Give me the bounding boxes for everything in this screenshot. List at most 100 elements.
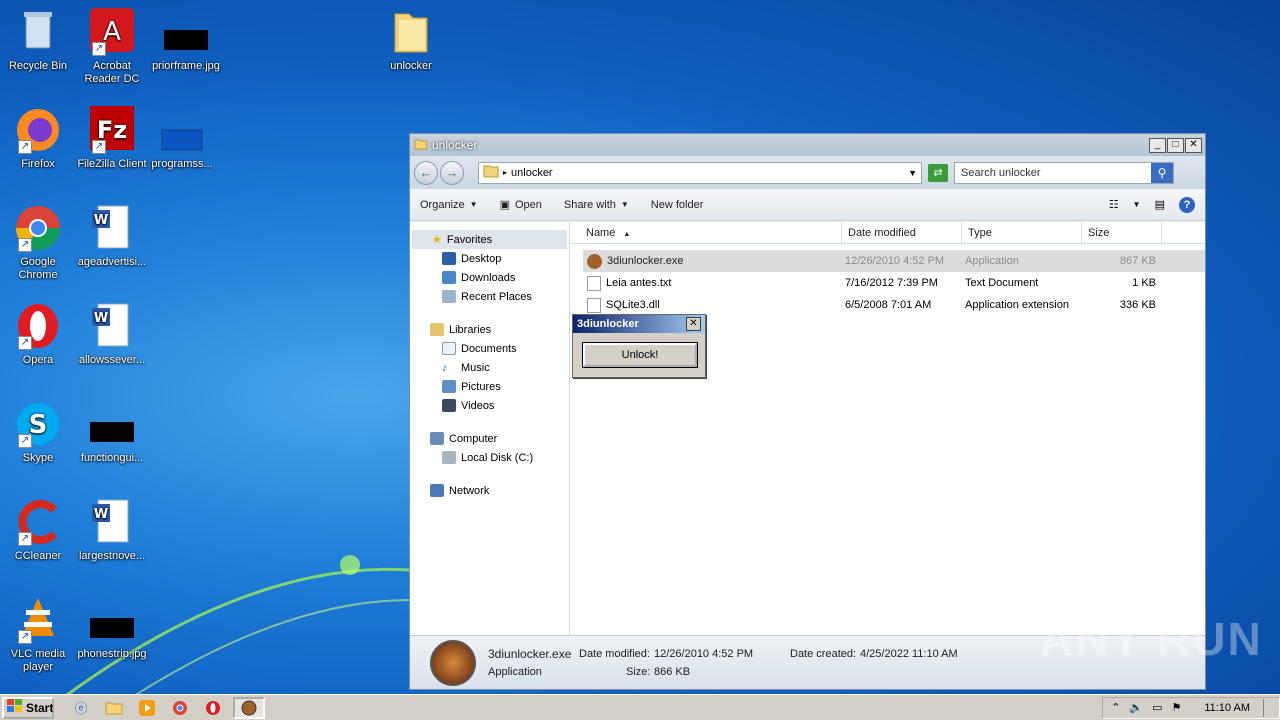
column-name[interactable]: Name ▲ — [570, 222, 842, 243]
taskbar-media-player-icon[interactable] — [134, 697, 160, 719]
desktop-icon-phonestrip[interactable]: phonestrip.jpg — [74, 596, 150, 661]
show-desktop-button[interactable] — [1263, 698, 1271, 717]
breadcrumb-chevron-icon[interactable]: ▸ — [503, 168, 507, 177]
column-size[interactable]: Size — [1082, 222, 1162, 243]
share-with-button[interactable]: Share with ▼ — [564, 199, 629, 211]
search-icon[interactable]: ⚲ — [1151, 162, 1173, 183]
breadcrumb[interactable]: unlocker — [511, 167, 553, 179]
nav-network[interactable]: Network — [410, 481, 569, 500]
view-dropdown-icon[interactable]: ▼ — [1133, 200, 1141, 209]
svg-text:W: W — [94, 507, 108, 522]
table-row[interactable]: 3diunlocker.exe 12/26/2010 4:52 PM Appli… — [583, 250, 1205, 272]
desktop-icon-ageadvertisi[interactable]: W ageadvertisi... — [74, 204, 150, 269]
action-center-flag-icon[interactable]: ⚑ — [1171, 701, 1181, 714]
nav-pictures[interactable]: Pictures — [410, 377, 569, 396]
nav-label: Network — [449, 484, 490, 497]
desktop-icon-chrome[interactable]: ↗ Google Chrome — [0, 204, 76, 282]
desktop-icon-vlc[interactable]: ↗ VLC media player — [0, 596, 76, 674]
desktop-icon-programss[interactable]: programss... — [144, 106, 220, 171]
nav-downloads[interactable]: Downloads — [410, 268, 569, 287]
desktop-icon-label: Recycle Bin — [8, 60, 68, 72]
sort-arrow-icon: ▲ — [623, 231, 631, 238]
clock[interactable]: 11:10 AM — [1204, 702, 1250, 714]
address-dropdown-icon[interactable]: ▼ — [908, 168, 917, 178]
nav-local-disk[interactable]: Local Disk (C:) — [410, 448, 569, 467]
file-list: Name ▲ Date modified Type Size 3diunlocke… — [570, 222, 1205, 635]
dialog-title: 3diunlocker — [577, 318, 639, 330]
volume-icon[interactable]: 🔈 — [1129, 701, 1143, 714]
file-name: SQLite3.dll — [606, 299, 660, 311]
nav-label: Favorites — [446, 233, 493, 246]
navigation-pane: ★ Favorites Desktop Downloads Recent Plac… — [410, 222, 570, 635]
taskbar-3diunlocker-icon[interactable] — [233, 696, 265, 719]
tray-expand-icon[interactable]: ⌃ — [1111, 701, 1120, 714]
nav-computer[interactable]: Computer — [410, 429, 569, 448]
desktop-icon-label: largestnove... — [78, 550, 146, 562]
help-icon[interactable]: ? — [1179, 196, 1195, 213]
nav-recent-places[interactable]: Recent Places — [410, 287, 569, 306]
column-date-modified[interactable]: Date modified — [842, 222, 962, 243]
close-button[interactable]: ✕ — [1185, 137, 1202, 153]
word-document-icon: W — [88, 204, 136, 252]
desktop-icon-firefox[interactable]: ↗ Firefox — [0, 106, 76, 171]
nav-documents[interactable]: Documents — [410, 339, 569, 358]
address-bar[interactable]: ▸ unlocker ▼ — [478, 161, 922, 184]
dll-file-icon — [587, 297, 601, 313]
nav-desktop[interactable]: Desktop — [410, 249, 569, 268]
preview-pane-icon[interactable]: ▤ — [1155, 198, 1165, 211]
desktop-icon-recycle-bin[interactable]: Recycle Bin — [0, 8, 76, 73]
desktop-icon-opera[interactable]: ↗ Opera — [0, 302, 76, 367]
drive-icon — [442, 451, 456, 464]
unlock-button[interactable]: Unlock! — [582, 342, 698, 368]
desktop-icon-largestnove[interactable]: W largestnove... — [74, 498, 150, 563]
desktop-icon-acrobat[interactable]: A ↗ Acrobat Reader DC — [74, 8, 150, 86]
taskbar-opera-icon[interactable] — [200, 697, 226, 719]
table-row[interactable]: Leia antes.txt 7/16/2012 7:39 PM Text Do… — [583, 272, 1205, 294]
nav-label: Documents — [461, 342, 517, 355]
desktop-icon-ccleaner[interactable]: ↗ CCleaner — [0, 498, 76, 563]
nav-music[interactable]: ♪ Music — [410, 358, 569, 377]
file-type: Application — [965, 255, 1019, 267]
start-label: Start — [26, 700, 54, 715]
minimize-button[interactable]: _ — [1149, 137, 1166, 153]
column-label: Name — [586, 227, 616, 239]
dialog-title-bar[interactable]: 3diunlocker ✕ — [573, 315, 705, 333]
text-file-icon — [587, 275, 601, 291]
maximize-button[interactable]: □ — [1167, 137, 1184, 153]
search-box[interactable]: Search unlocker ⚲ — [954, 161, 1174, 184]
table-row[interactable]: SQLite3.dll 6/5/2008 7:01 AM Application… — [583, 294, 1205, 316]
word-document-icon: W — [88, 498, 136, 546]
nav-favorites[interactable]: ★ Favorites — [412, 230, 567, 249]
desktop-icon-label: Firefox — [21, 158, 55, 170]
acrobat-icon: A ↗ — [88, 8, 136, 56]
application-icon — [587, 253, 602, 269]
column-type[interactable]: Type — [962, 222, 1082, 243]
unlocker-dialog[interactable]: 3diunlocker ✕ Unlock! — [572, 314, 706, 378]
desktop-icon-filezilla[interactable]: Fz ↗ FileZilla Client — [74, 106, 150, 171]
desktop-icon-priorframe[interactable]: priorframe.jpg — [148, 8, 224, 73]
desktop-icon-label: CCleaner — [14, 550, 62, 562]
new-folder-button[interactable]: New folder — [651, 199, 704, 211]
explorer-window[interactable]: unlocker _ □ ✕ ← → ▸ unlocker ▼ ⇄ Search… — [409, 133, 1206, 690]
taskbar-chrome-icon[interactable] — [167, 697, 193, 719]
forward-button[interactable]: → — [440, 160, 464, 185]
desktop-icon-functiongui[interactable]: functiongui... — [74, 400, 150, 465]
desktop-icon-allowssever[interactable]: W allowssever... — [74, 302, 150, 367]
file-date: 12/26/2010 4:52 PM — [845, 255, 945, 267]
open-button[interactable]: ▣ Open — [500, 198, 542, 212]
view-options-icon[interactable]: ☷ — [1109, 198, 1119, 211]
nav-libraries[interactable]: Libraries — [410, 320, 569, 339]
start-button[interactable]: Start — [2, 696, 54, 719]
back-button[interactable]: ← — [414, 160, 438, 185]
taskbar-ie-icon[interactable]: ⓔ — [68, 697, 94, 719]
taskbar-explorer-icon[interactable] — [101, 697, 127, 719]
close-icon[interactable]: ✕ — [686, 317, 701, 331]
network-tray-icon[interactable]: ▭ — [1152, 701, 1162, 714]
desktop-icon-unlocker-folder[interactable]: unlocker — [373, 8, 449, 73]
nav-videos[interactable]: Videos — [410, 396, 569, 415]
search-input[interactable]: Search unlocker — [961, 167, 1041, 179]
organize-button[interactable]: Organize ▼ — [420, 199, 478, 211]
title-bar[interactable]: unlocker _ □ ✕ — [410, 134, 1205, 156]
refresh-button[interactable]: ⇄ — [928, 163, 948, 182]
desktop-icon-skype[interactable]: S ↗ Skype — [0, 400, 76, 465]
